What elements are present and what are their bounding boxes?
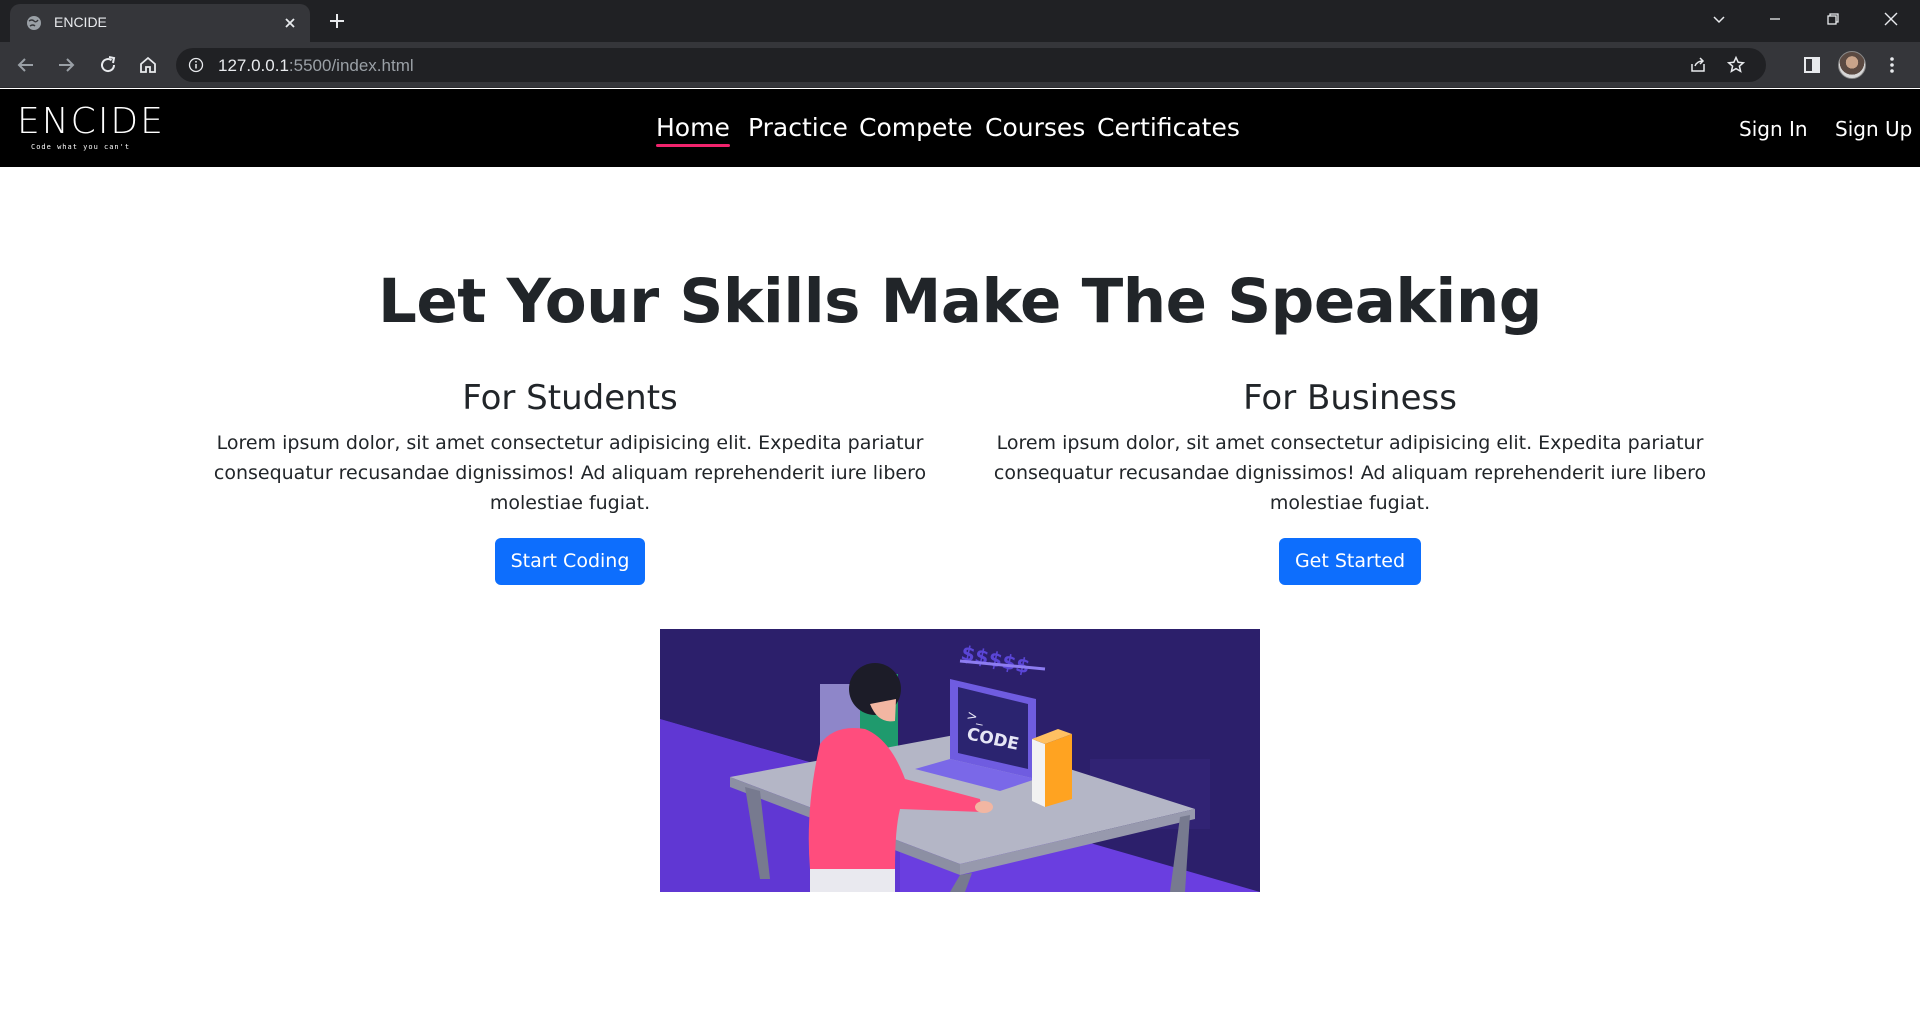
share-icon[interactable] bbox=[1688, 55, 1708, 75]
browser-tab[interactable]: ENCIDE bbox=[10, 4, 310, 42]
nav-practice[interactable]: Practice bbox=[748, 113, 848, 142]
students-column: For Students Lorem ipsum dolor, sit amet… bbox=[190, 378, 950, 585]
back-arrow-icon[interactable] bbox=[14, 53, 38, 77]
address-bar[interactable]: 127.0.0.1:5500/index.html bbox=[176, 48, 1766, 82]
nav-home[interactable]: Home bbox=[656, 113, 730, 147]
person-pants bbox=[810, 869, 895, 892]
url-text: 127.0.0.1:5500/index.html bbox=[218, 56, 414, 76]
tab-search-chevron-icon[interactable] bbox=[1708, 8, 1730, 30]
students-heading: For Students bbox=[462, 378, 678, 418]
main-nav: Home Practice Compete Courses Certificat… bbox=[0, 89, 1920, 167]
close-tab-icon[interactable] bbox=[282, 15, 298, 31]
new-tab-icon[interactable] bbox=[326, 10, 348, 32]
get-started-button[interactable]: Get Started bbox=[1278, 538, 1422, 585]
coding-illustration: >_ CODE $$$$$ bbox=[660, 629, 1260, 892]
hero-title: Let Your Skills Make The Speaking bbox=[378, 266, 1542, 337]
sign-in-link[interactable]: Sign In bbox=[1739, 117, 1808, 141]
url-host: 127.0.0.1 bbox=[218, 56, 289, 75]
bookmark-star-icon[interactable] bbox=[1726, 55, 1746, 75]
nav-compete[interactable]: Compete bbox=[859, 113, 973, 142]
person-hand bbox=[975, 801, 993, 813]
business-heading: For Business bbox=[1243, 378, 1457, 418]
home-icon[interactable] bbox=[136, 53, 160, 77]
browser-toolbar: 127.0.0.1:5500/index.html bbox=[0, 42, 1920, 88]
nav-courses[interactable]: Courses bbox=[985, 113, 1085, 142]
more-menu-icon[interactable] bbox=[1880, 53, 1904, 77]
globe-icon bbox=[27, 16, 41, 30]
business-column: For Business Lorem ipsum dolor, sit amet… bbox=[970, 378, 1730, 585]
business-text: Lorem ipsum dolor, sit amet consectetur … bbox=[993, 432, 1707, 514]
url-path: :5500/index.html bbox=[288, 56, 414, 75]
forward-arrow-icon[interactable] bbox=[54, 53, 78, 77]
info-icon[interactable] bbox=[188, 57, 204, 73]
site-navbar: ENCIDE Code what you can't Home Practice… bbox=[0, 89, 1920, 167]
start-coding-button[interactable]: Start Coding bbox=[494, 538, 646, 585]
reload-icon[interactable] bbox=[96, 53, 120, 77]
minimize-icon[interactable] bbox=[1764, 8, 1786, 30]
sign-up-link[interactable]: Sign Up bbox=[1835, 117, 1912, 141]
side-panel-icon[interactable] bbox=[1800, 53, 1824, 77]
tab-title: ENCIDE bbox=[54, 14, 107, 30]
restore-icon[interactable] bbox=[1822, 8, 1844, 30]
profile-avatar[interactable] bbox=[1838, 51, 1866, 79]
students-text: Lorem ipsum dolor, sit amet consectetur … bbox=[213, 432, 927, 514]
nav-certificates[interactable]: Certificates bbox=[1097, 113, 1240, 142]
orange-book-pages bbox=[1032, 739, 1045, 807]
orange-book-front bbox=[1045, 734, 1072, 807]
browser-tab-strip: ENCIDE bbox=[0, 0, 1920, 42]
close-window-icon[interactable] bbox=[1880, 8, 1902, 30]
